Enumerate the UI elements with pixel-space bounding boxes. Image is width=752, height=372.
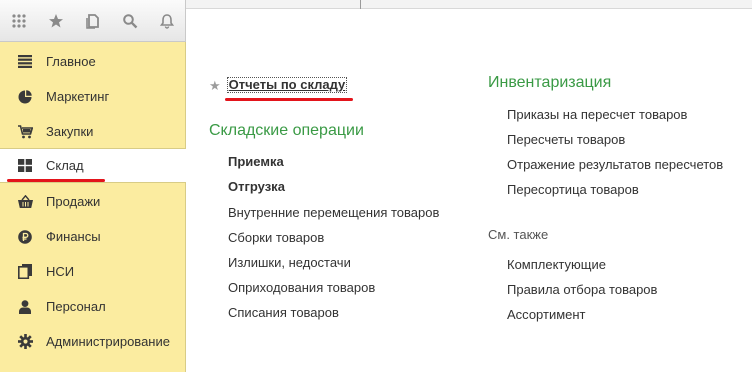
link-assortment[interactable]: Ассортимент bbox=[507, 307, 586, 322]
sidebar: Главное Маркетинг Закупки Склад Продажи … bbox=[0, 42, 186, 372]
link-recount-results[interactable]: Отражение результатов пересчетов bbox=[507, 157, 723, 172]
cart-icon bbox=[17, 124, 33, 140]
see-also-label: См. также bbox=[488, 227, 549, 242]
link-assemblies[interactable]: Сборки товаров bbox=[228, 230, 324, 245]
sidebar-item-administration[interactable]: Администрирование bbox=[0, 324, 185, 359]
bell-icon[interactable] bbox=[148, 0, 185, 42]
sidebar-item-nsi[interactable]: НСИ bbox=[0, 254, 185, 289]
strip-divider bbox=[360, 0, 361, 9]
reports-link[interactable]: Отчеты по складу bbox=[226, 77, 348, 93]
sidebar-item-label: Закупки bbox=[46, 124, 94, 139]
apps-grid-icon[interactable] bbox=[0, 0, 37, 42]
sidebar-item-finance[interactable]: Финансы bbox=[0, 219, 185, 254]
link-surpluses-shortages[interactable]: Излишки, недостачи bbox=[228, 255, 351, 270]
link-receipt[interactable]: Приемка bbox=[228, 154, 284, 169]
link-postings[interactable]: Оприходования товаров bbox=[228, 280, 375, 295]
pie-chart-icon bbox=[17, 89, 33, 105]
sidebar-item-purchases[interactable]: Закупки bbox=[0, 114, 185, 149]
sidebar-item-sales[interactable]: Продажи bbox=[0, 184, 185, 219]
window-top-strip bbox=[186, 0, 752, 9]
sidebar-item-label: Персонал bbox=[46, 299, 106, 314]
link-selection-rules[interactable]: Правила отбора товаров bbox=[507, 282, 657, 297]
favorite-report: ★ Отчеты по складу bbox=[209, 77, 348, 93]
documents-icon bbox=[17, 264, 33, 280]
history-icon[interactable] bbox=[74, 0, 111, 42]
sidebar-item-personnel[interactable]: Персонал bbox=[0, 289, 185, 324]
search-icon[interactable] bbox=[111, 0, 148, 42]
sidebar-item-warehouse[interactable]: Склад bbox=[0, 148, 186, 183]
link-recount-orders[interactable]: Приказы на пересчет товаров bbox=[507, 107, 687, 122]
top-toolbar bbox=[0, 0, 186, 42]
gear-icon bbox=[17, 334, 33, 350]
link-regrading[interactable]: Пересортица товаров bbox=[507, 182, 639, 197]
sidebar-item-label: Главное bbox=[46, 54, 96, 69]
star-icon[interactable]: ★ bbox=[209, 79, 221, 92]
star-icon[interactable] bbox=[37, 0, 74, 42]
person-icon bbox=[17, 299, 33, 315]
sidebar-item-label: Склад bbox=[46, 158, 84, 173]
sidebar-item-label: Финансы bbox=[46, 229, 101, 244]
menu-lines-icon bbox=[17, 54, 33, 70]
link-components[interactable]: Комплектующие bbox=[507, 257, 606, 272]
group-title-warehouse-operations: Складские операции bbox=[209, 122, 364, 139]
annotation-underline-warehouse bbox=[7, 179, 105, 182]
sidebar-item-label: Продажи bbox=[46, 194, 101, 209]
sidebar-item-label: НСИ bbox=[46, 264, 75, 279]
basket-icon bbox=[17, 194, 33, 210]
sidebar-item-main[interactable]: Главное bbox=[0, 44, 185, 79]
warehouse-grid-icon bbox=[17, 158, 33, 174]
link-recounts[interactable]: Пересчеты товаров bbox=[507, 132, 625, 147]
annotation-underline-reports bbox=[225, 98, 353, 101]
sidebar-item-label: Администрирование bbox=[46, 334, 170, 349]
link-shipment[interactable]: Отгрузка bbox=[228, 179, 285, 194]
section-content: ★ Отчеты по складу Складские операции Пр… bbox=[186, 9, 752, 372]
sidebar-item-marketing[interactable]: Маркетинг bbox=[0, 79, 185, 114]
link-write-offs[interactable]: Списания товаров bbox=[228, 305, 339, 320]
group-title-inventory: Инвентаризация bbox=[488, 74, 612, 91]
ruble-icon bbox=[17, 229, 33, 245]
link-internal-transfers[interactable]: Внутренние перемещения товаров bbox=[228, 205, 439, 220]
sidebar-item-label: Маркетинг bbox=[46, 89, 110, 104]
